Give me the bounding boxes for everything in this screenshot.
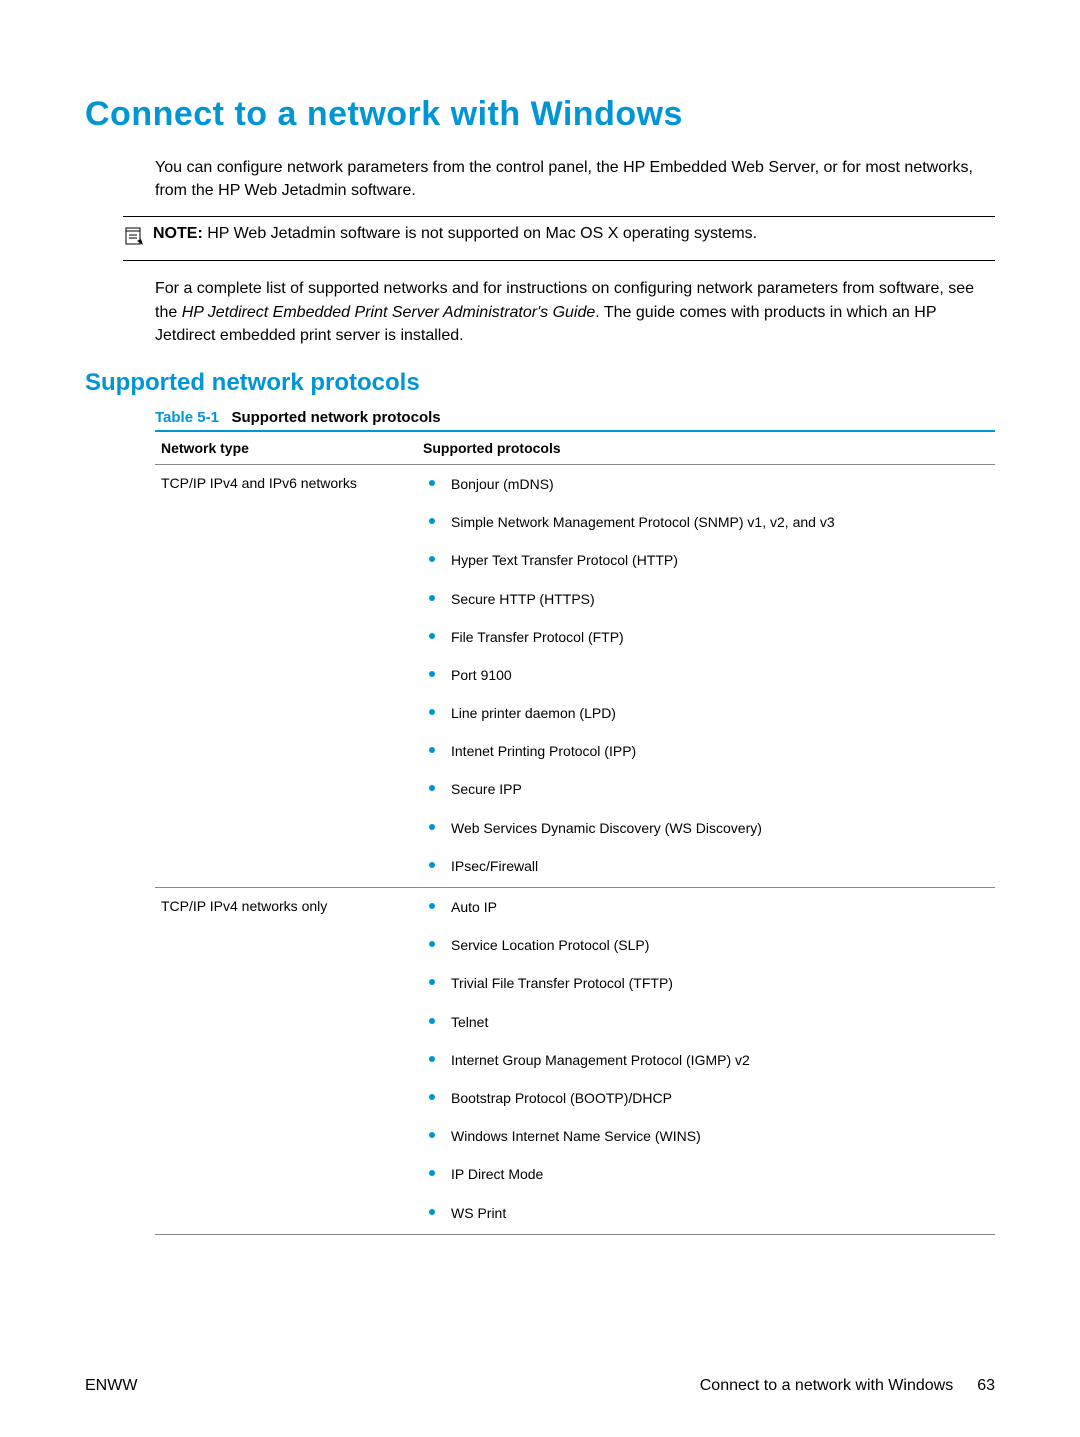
note-icon <box>123 225 145 252</box>
note-body: HP Web Jetadmin software is not supporte… <box>207 225 757 242</box>
list-item: Trivial File Transfer Protocol (TFTP) <box>423 974 989 992</box>
page-footer: ENWW Connect to a network with Windows 6… <box>85 1377 995 1395</box>
protocol-list: Bonjour (mDNS) Simple Network Management … <box>423 475 989 875</box>
col-header-network: Network type <box>155 431 417 465</box>
list-item: Simple Network Management Protocol (SNMP… <box>423 513 989 531</box>
table-caption: Table 5-1 Supported network protocols <box>155 409 995 426</box>
list-item: Secure IPP <box>423 780 989 798</box>
note-text: NOTE: HP Web Jetadmin software is not su… <box>153 223 757 245</box>
list-item: Bootstrap Protocol (BOOTP)/DHCP <box>423 1089 989 1107</box>
cell-network-type: TCP/IP IPv4 and IPv6 networks <box>155 464 417 887</box>
list-item: Port 9100 <box>423 666 989 684</box>
protocols-table: Network type Supported protocols TCP/IP … <box>155 430 995 1235</box>
list-item: Auto IP <box>423 898 989 916</box>
list-item: Telnet <box>423 1013 989 1031</box>
caption-title: Supported network protocols <box>231 409 440 426</box>
page: Connect to a network with Windows You ca… <box>0 0 1080 1437</box>
cell-network-type: TCP/IP IPv4 networks only <box>155 888 417 1235</box>
list-item: Windows Internet Name Service (WINS) <box>423 1127 989 1145</box>
list-item: Line printer daemon (LPD) <box>423 704 989 722</box>
intro-block: You can configure network parameters fro… <box>155 156 995 202</box>
list-item: Internet Group Management Protocol (IGMP… <box>423 1051 989 1069</box>
list-item: File Transfer Protocol (FTP) <box>423 628 989 646</box>
col-header-protocols: Supported protocols <box>417 431 995 465</box>
list-item: WS Print <box>423 1204 989 1222</box>
note-block: NOTE: HP Web Jetadmin software is not su… <box>123 216 995 261</box>
guide-block: For a complete list of supported network… <box>155 277 995 347</box>
footer-left: ENWW <box>85 1377 137 1395</box>
cell-protocols: Bonjour (mDNS) Simple Network Management … <box>417 464 995 887</box>
intro-text: You can configure network parameters fro… <box>155 156 995 202</box>
page-title: Connect to a network with Windows <box>85 95 995 134</box>
list-item: IP Direct Mode <box>423 1165 989 1183</box>
guide-italic: HP Jetdirect Embedded Print Server Admin… <box>182 304 596 321</box>
list-item: Hyper Text Transfer Protocol (HTTP) <box>423 551 989 569</box>
section-title: Supported network protocols <box>85 369 995 397</box>
note-label: NOTE: <box>153 225 203 242</box>
caption-label: Table 5-1 <box>155 409 219 426</box>
footer-right: Connect to a network with Windows 63 <box>700 1377 995 1395</box>
table-row: TCP/IP IPv4 networks only Auto IP Service … <box>155 888 995 1235</box>
cell-protocols: Auto IP Service Location Protocol (SLP) Tr… <box>417 888 995 1235</box>
list-item: Bonjour (mDNS) <box>423 475 989 493</box>
footer-page: 63 <box>977 1377 995 1395</box>
table-header-row: Network type Supported protocols <box>155 431 995 465</box>
list-item: Secure HTTP (HTTPS) <box>423 590 989 608</box>
list-item: Service Location Protocol (SLP) <box>423 936 989 954</box>
footer-section: Connect to a network with Windows <box>700 1377 953 1395</box>
list-item: Web Services Dynamic Discovery (WS Disco… <box>423 819 989 837</box>
table-wrap: Table 5-1 Supported network protocols Ne… <box>155 409 995 1235</box>
table-row: TCP/IP IPv4 and IPv6 networksBonjour (mD… <box>155 464 995 887</box>
list-item: Intenet Printing Protocol (IPP) <box>423 742 989 760</box>
list-item: IPsec/Firewall <box>423 857 989 875</box>
guide-text: For a complete list of supported network… <box>155 277 995 347</box>
protocol-list: Auto IP Service Location Protocol (SLP) Tr… <box>423 898 989 1222</box>
